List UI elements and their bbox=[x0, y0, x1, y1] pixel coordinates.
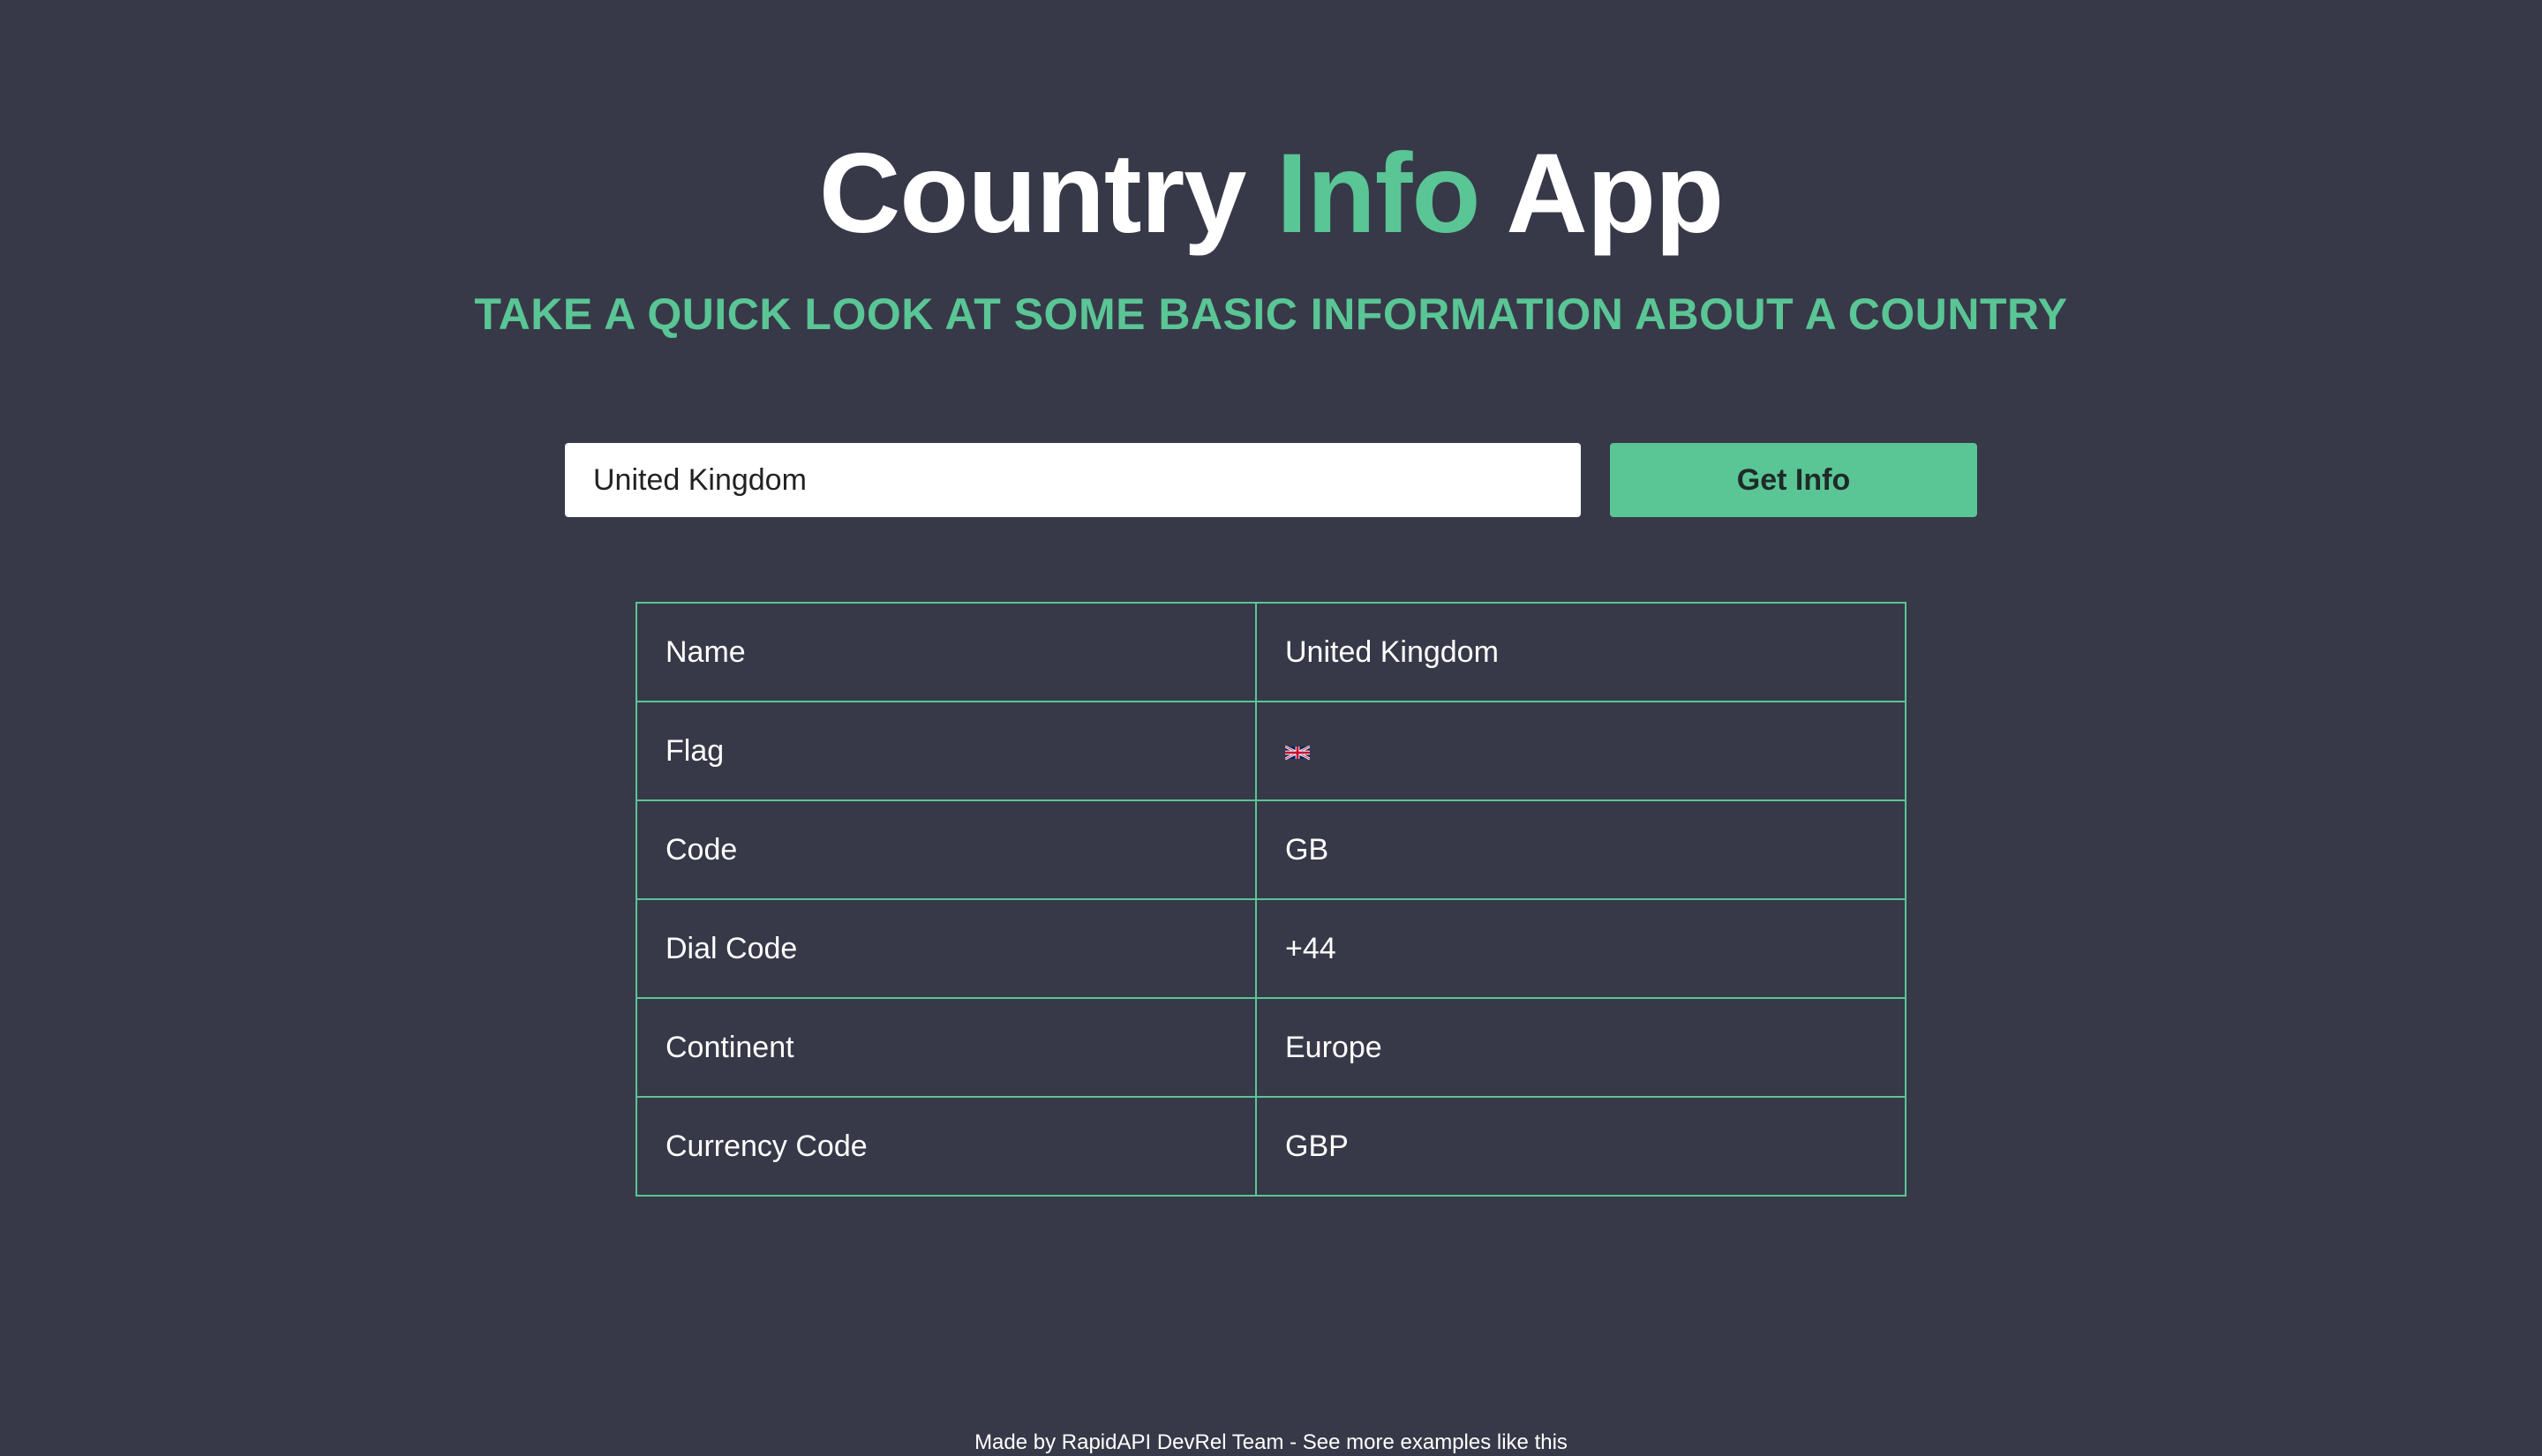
row-value-continent: Europe bbox=[1255, 997, 1906, 1098]
row-value-code: GB bbox=[1255, 799, 1906, 900]
row-value-currency-code: GBP bbox=[1255, 1096, 1906, 1197]
uk-flag-icon bbox=[1285, 745, 1310, 760]
table-row-name: Name United Kingdom bbox=[636, 602, 1906, 702]
footer-more-examples-link[interactable]: See more examples like this bbox=[1303, 1430, 1568, 1454]
row-value-dial-code: +44 bbox=[1255, 898, 1906, 999]
table-row-code: Code GB bbox=[636, 799, 1906, 900]
row-key-name: Name bbox=[636, 602, 1257, 702]
page-title: Country Info App bbox=[0, 132, 2542, 256]
footer-separator: - bbox=[1283, 1430, 1303, 1454]
footer: Made by RapidAPI DevRel Team - See more … bbox=[0, 1430, 2542, 1456]
table-row-currency-code: Currency Code GBP bbox=[636, 1096, 1906, 1197]
row-value-name: United Kingdom bbox=[1255, 602, 1906, 702]
country-info-table: Name United Kingdom Flag Code GB Dial Co… bbox=[636, 602, 1906, 1197]
row-key-continent: Continent bbox=[636, 997, 1257, 1098]
row-key-dial-code: Dial Code bbox=[636, 898, 1257, 999]
get-info-button[interactable]: Get Info bbox=[1610, 443, 1977, 517]
row-key-currency-code: Currency Code bbox=[636, 1096, 1257, 1197]
row-key-code: Code bbox=[636, 799, 1257, 900]
title-part-app: App bbox=[1479, 131, 1724, 257]
table-row-continent: Continent Europe bbox=[636, 997, 1906, 1098]
title-part-info: Info bbox=[1276, 131, 1481, 257]
row-value-flag bbox=[1255, 701, 1906, 801]
title-part-country: Country bbox=[818, 131, 1276, 257]
page-subtitle: TAKE A QUICK LOOK AT SOME BASIC INFORMAT… bbox=[474, 289, 2068, 339]
table-row-dial-code: Dial Code +44 bbox=[636, 898, 1906, 999]
table-row-flag: Flag bbox=[636, 701, 1906, 801]
footer-made-by: Made by RapidAPI DevRel Team bbox=[974, 1430, 1284, 1454]
country-search-input[interactable] bbox=[565, 443, 1581, 517]
row-key-flag: Flag bbox=[636, 701, 1257, 801]
